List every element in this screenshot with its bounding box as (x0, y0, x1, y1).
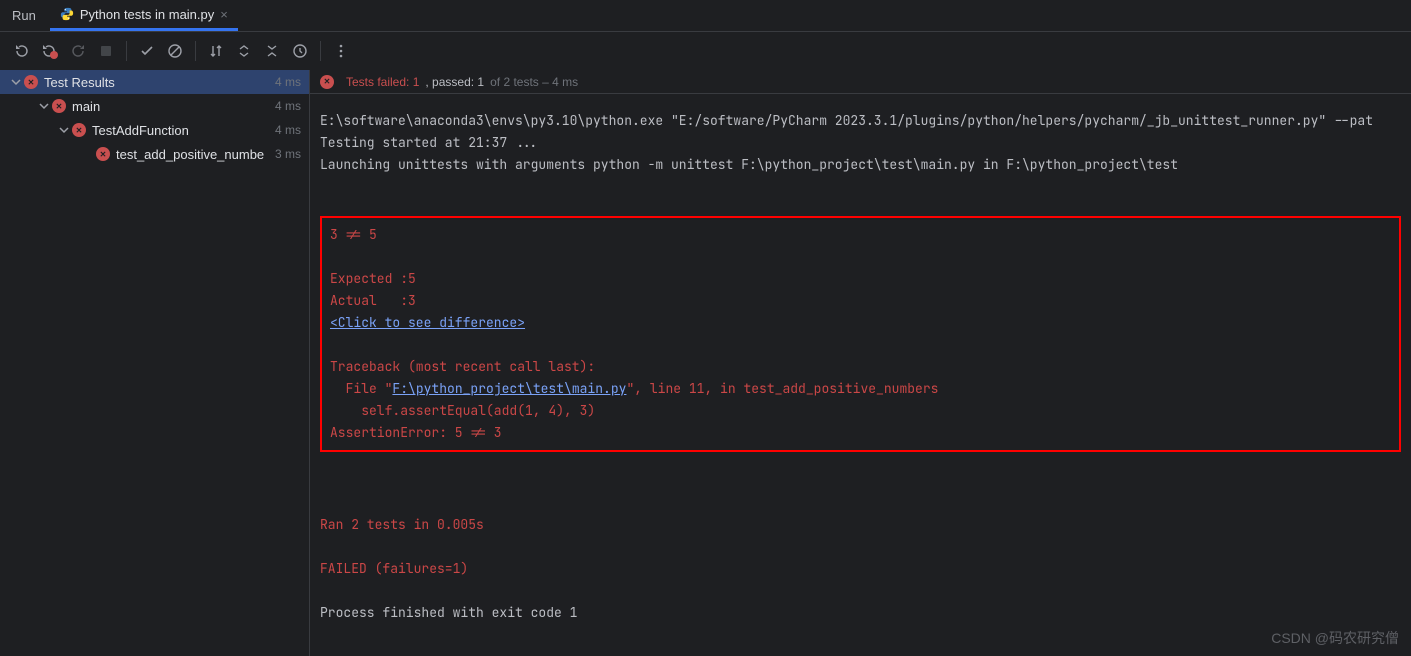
tests-failed-label: Tests failed: 1 (346, 75, 419, 89)
sort-button[interactable] (202, 37, 230, 65)
traceback-code: self.assertEqual(add(1, 4), 3) (330, 402, 595, 419)
traceback-header: Traceback (most recent call last): (330, 358, 595, 375)
tests-summary-suffix: of 2 tests – 4 ms (490, 75, 578, 89)
console-line: E:\software\anaconda3\envs\py3.10\python… (320, 112, 1373, 129)
assertion-error: AssertionError: 5 != 3 (330, 424, 502, 441)
error-line: 3 != 5 (330, 226, 377, 243)
python-icon (60, 7, 74, 21)
tree-root[interactable]: Test Results 4 ms (0, 70, 309, 94)
exit-line: Process finished with exit code 1 (320, 604, 577, 621)
tree-module[interactable]: main 4 ms (0, 94, 309, 118)
tests-passed-label: , passed: 1 (425, 75, 484, 89)
fail-icon (96, 147, 110, 161)
failed-summary: FAILED (failures=1) (320, 560, 468, 577)
toolbar-separator (126, 41, 127, 61)
tree-label: Test Results (44, 75, 275, 90)
close-tab-icon[interactable]: × (220, 7, 228, 22)
console-header: Tests failed: 1 , passed: 1 of 2 tests – … (310, 70, 1411, 94)
more-button[interactable] (327, 37, 355, 65)
tree-time: 4 ms (275, 123, 301, 137)
chevron-down-icon[interactable] (8, 74, 24, 90)
traceback-file-suffix: ", line 11, in test_add_positive_numbers (626, 380, 938, 397)
show-ignored-button[interactable] (161, 37, 189, 65)
fail-icon (72, 123, 86, 137)
chevron-down-icon[interactable] (56, 122, 72, 138)
actual-value: 3 (408, 292, 416, 309)
tree-test[interactable]: test_add_positive_numbe 3 ms (0, 142, 309, 166)
expected-value: 5 (408, 270, 416, 287)
tab-bar: Run Python tests in main.py × (0, 0, 1411, 32)
tree-label: main (72, 99, 275, 114)
ran-summary: Ran 2 tests in 0.005s (320, 516, 484, 533)
tree-time: 3 ms (275, 147, 301, 161)
actual-label: Actual : (330, 292, 408, 309)
expand-all-button[interactable] (230, 37, 258, 65)
tree-time: 4 ms (275, 99, 301, 113)
tree-label: test_add_positive_numbe (116, 147, 275, 162)
traceback-file-prefix: File " (330, 380, 392, 397)
toggle-auto-test-button[interactable] (64, 37, 92, 65)
fail-icon (24, 75, 38, 89)
chevron-down-icon[interactable] (36, 98, 52, 114)
console-output[interactable]: E:\software\anaconda3\envs\py3.10\python… (310, 94, 1411, 656)
collapse-all-button[interactable] (258, 37, 286, 65)
toolbar-separator (195, 41, 196, 61)
expected-label: Expected : (330, 270, 408, 287)
see-difference-link[interactable]: <Click to see difference> (330, 314, 525, 331)
test-tree: Test Results 4 ms main 4 ms TestAddFunct… (0, 70, 310, 656)
fail-icon (52, 99, 66, 113)
run-config-tab[interactable]: Python tests in main.py × (50, 1, 238, 31)
watermark: CSDN @码农研究僧 (1271, 628, 1399, 648)
rerun-failed-button[interactable] (36, 37, 64, 65)
test-toolbar (0, 32, 1411, 70)
run-tool-label: Run (12, 8, 36, 23)
rerun-button[interactable] (8, 37, 36, 65)
tree-time: 4 ms (275, 75, 301, 89)
history-button[interactable] (286, 37, 314, 65)
tab-title: Python tests in main.py (80, 7, 214, 22)
console-line: Launching unittests with arguments pytho… (320, 156, 1178, 173)
tree-class[interactable]: TestAddFunction 4 ms (0, 118, 309, 142)
error-highlight-box: 3 != 5 Expected :5 Actual :3 <Click to s… (320, 216, 1401, 452)
main-area: Test Results 4 ms main 4 ms TestAddFunct… (0, 70, 1411, 656)
tree-label: TestAddFunction (92, 123, 275, 138)
console-panel: Tests failed: 1 , passed: 1 of 2 tests – … (310, 70, 1411, 656)
show-passed-button[interactable] (133, 37, 161, 65)
traceback-file-link[interactable]: F:\python_project\test\main.py (392, 380, 626, 397)
fail-icon (320, 75, 334, 89)
toolbar-separator (320, 41, 321, 61)
stop-button[interactable] (92, 37, 120, 65)
console-line: Testing started at 21:37 ... (320, 134, 538, 151)
